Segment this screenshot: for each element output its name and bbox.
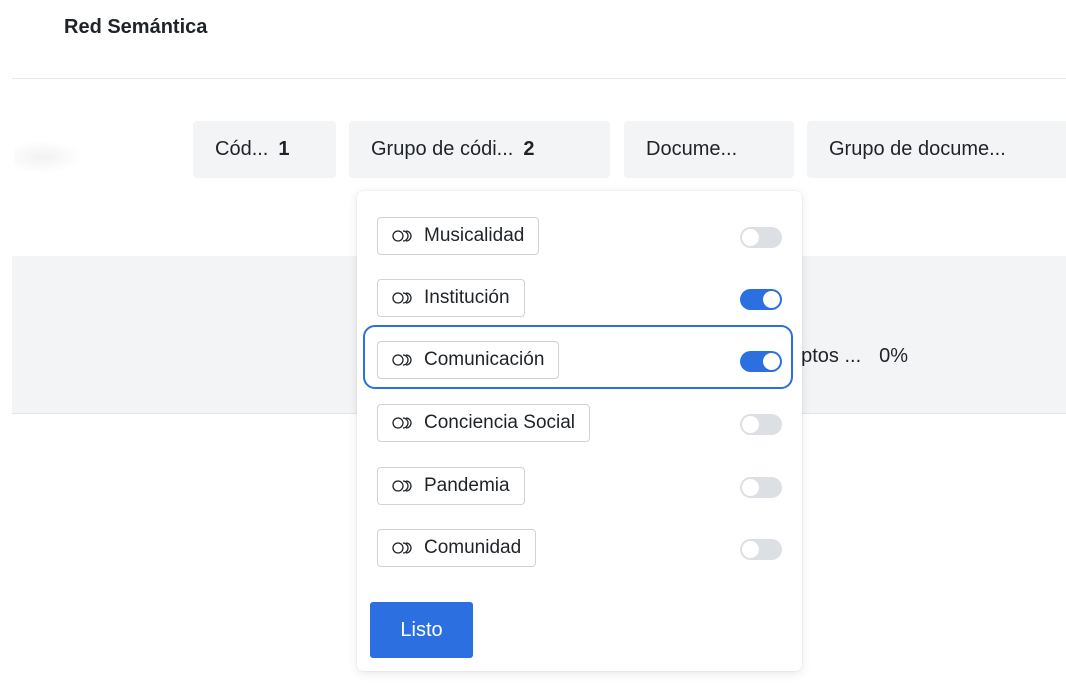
filter-chip-document-groups[interactable]: Grupo de docume... bbox=[807, 121, 1066, 178]
blurred-area bbox=[14, 140, 84, 174]
table-cell-percent: 0% bbox=[879, 345, 909, 367]
toggle-knob bbox=[742, 416, 759, 433]
toggle-knob bbox=[763, 291, 780, 308]
toggle-knob bbox=[742, 229, 759, 246]
filter-chip-label: Docume... bbox=[646, 138, 738, 160]
code-group-icon bbox=[392, 417, 412, 429]
option-row-musicalidad: Musicalidad bbox=[357, 208, 802, 262]
filter-chip-label: Cód... bbox=[215, 138, 269, 160]
filter-chip-codes[interactable]: Cód... 1 bbox=[193, 121, 336, 178]
toggle-switch[interactable] bbox=[740, 227, 782, 248]
filter-chip-label: Grupo de códi... bbox=[371, 138, 514, 160]
code-group-icon bbox=[392, 542, 412, 554]
option-row-pandemia: Pandemia bbox=[357, 458, 802, 512]
filter-chip-count: 1 bbox=[278, 138, 290, 160]
filter-chip-code-groups[interactable]: Grupo de códi... 2 bbox=[349, 121, 610, 178]
code-group-tag[interactable]: Musicalidad bbox=[377, 217, 540, 255]
option-label: Institución bbox=[424, 287, 510, 308]
code-group-tag[interactable]: Conciencia Social bbox=[377, 404, 591, 442]
code-group-tag[interactable]: Pandemia bbox=[377, 467, 525, 505]
toggle-switch[interactable] bbox=[740, 477, 782, 498]
option-label: Conciencia Social bbox=[424, 412, 576, 433]
toggle-switch[interactable] bbox=[740, 351, 782, 372]
option-row-comunidad: Comunidad bbox=[357, 520, 802, 574]
filter-chip-count: 2 bbox=[523, 138, 535, 160]
code-group-tag[interactable]: Institución bbox=[377, 279, 525, 317]
code-group-icon bbox=[392, 230, 412, 242]
toggle-switch[interactable] bbox=[740, 289, 782, 310]
option-label: Pandemia bbox=[424, 475, 510, 496]
option-label: Comunidad bbox=[424, 537, 522, 558]
toggle-switch[interactable] bbox=[740, 539, 782, 560]
option-row-comunicacion: Comunicación bbox=[357, 332, 802, 386]
toggle-knob bbox=[742, 541, 759, 558]
table-row-text: eptos ... 0% bbox=[790, 345, 908, 368]
option-row-conciencia-social: Conciencia Social bbox=[357, 395, 802, 449]
filter-chip-label: Grupo de docume... bbox=[829, 138, 1006, 160]
code-group-icon bbox=[392, 354, 412, 366]
toggle-switch[interactable] bbox=[740, 414, 782, 435]
option-label: Comunicación bbox=[424, 349, 545, 370]
code-group-icon bbox=[392, 292, 412, 304]
option-label: Musicalidad bbox=[424, 225, 525, 246]
code-group-tag[interactable]: Comunicación bbox=[377, 341, 560, 379]
page-title: Red Semántica bbox=[64, 16, 208, 38]
filter-chip-documents[interactable]: Docume... bbox=[624, 121, 794, 178]
header-divider bbox=[12, 78, 1066, 79]
toggle-knob bbox=[742, 479, 759, 496]
option-row-institucion: Institución bbox=[357, 270, 802, 324]
code-group-tag[interactable]: Comunidad bbox=[377, 529, 537, 567]
done-button[interactable]: Listo bbox=[370, 602, 473, 658]
code-group-icon bbox=[392, 480, 412, 492]
code-group-dropdown: Musicalidad Institución Comunicación Con… bbox=[357, 191, 802, 671]
toggle-knob bbox=[763, 353, 780, 370]
